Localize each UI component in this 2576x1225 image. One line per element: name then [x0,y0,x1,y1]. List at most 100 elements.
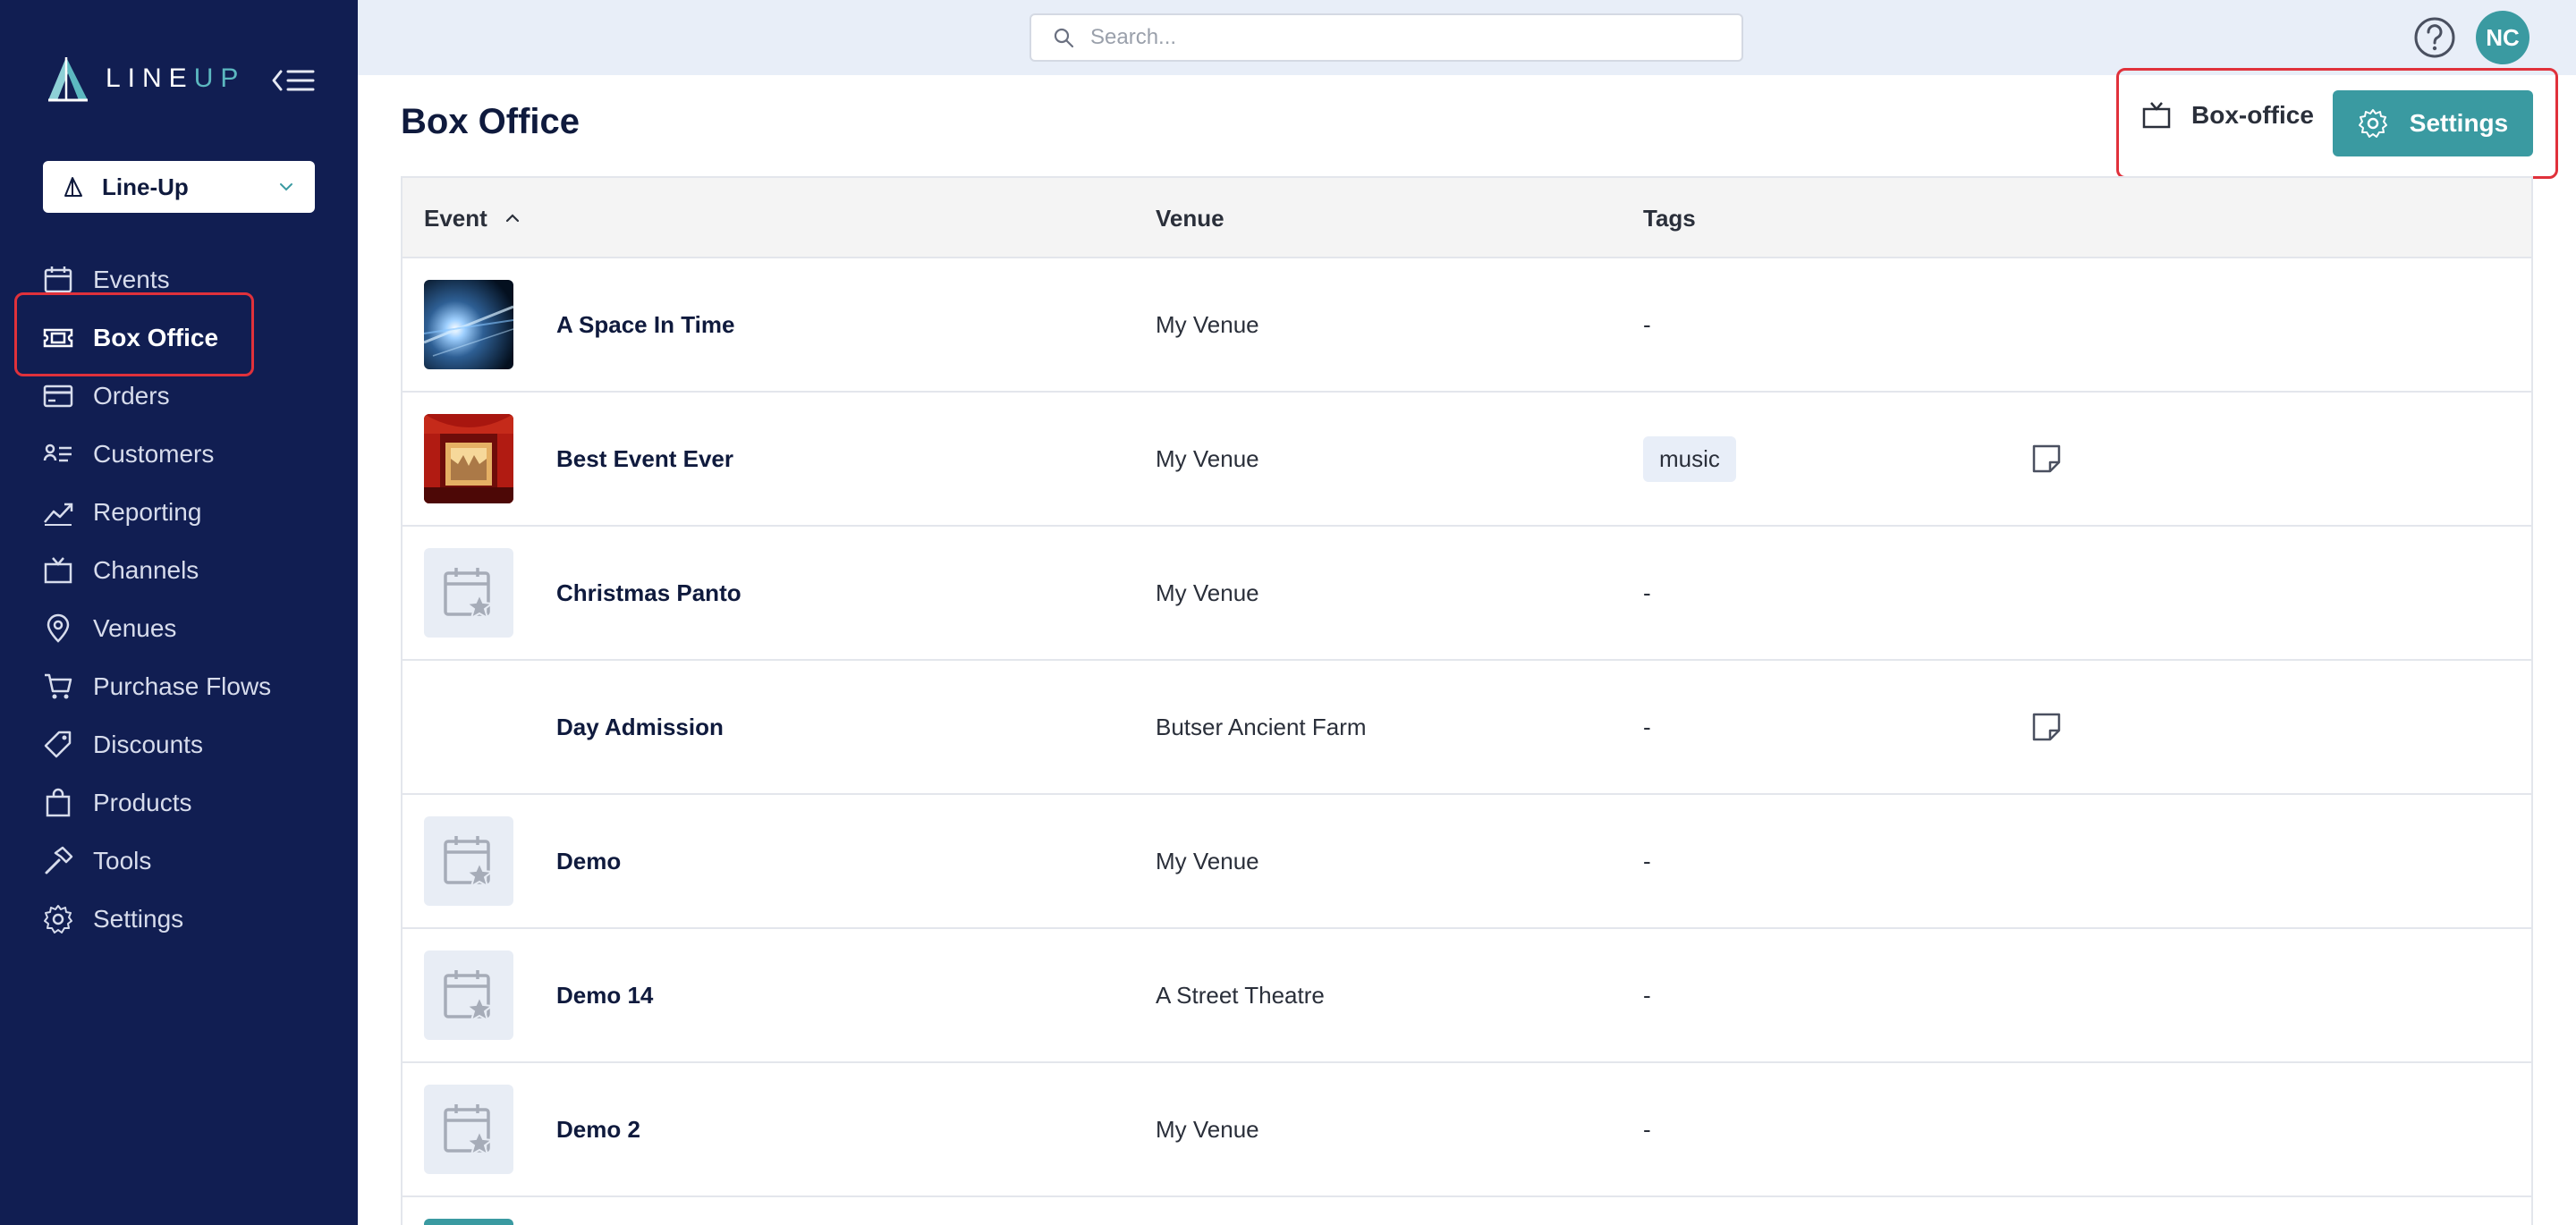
event-tags: - [1643,981,1651,1009]
calendar-icon [43,265,73,295]
sidebar-item-label: Venues [93,613,177,642]
table-row[interactable]: Christmas Panto My Venue - [402,527,2531,661]
event-venue: Butser Ancient Farm [1156,713,1367,740]
table-row[interactable]: Day Admission Butser Ancient Farm - [402,661,2531,795]
org-selector[interactable]: Line-Up [43,161,315,213]
column-header-event[interactable]: Event [424,178,521,258]
avatar[interactable]: NC [2476,11,2529,64]
sidebar-item-customers[interactable]: Customers [0,425,358,483]
map-pin-icon [43,613,73,644]
event-name: Demo 14 [556,981,654,1009]
settings-button[interactable]: Settings [2333,90,2533,156]
sidebar-item-discounts[interactable]: Discounts [0,715,358,773]
event-venue: My Venue [1156,1115,1259,1143]
page-title: Box Office [401,102,580,141]
event-venue: My Venue [1156,310,1259,338]
sidebar-item-venues[interactable]: Venues [0,599,358,657]
credit-card-icon [43,381,73,411]
table-row[interactable]: Demo 2 My Venue - [402,1063,2531,1197]
event-name: Demo 2 [556,1115,640,1143]
column-header-event-label: Event [424,204,487,232]
sidebar: LINEUP Line-Up Events Box Office Orders … [0,0,358,1225]
event-name: Demo [556,847,622,874]
customers-icon [43,439,73,469]
sticky-note-icon[interactable] [2030,443,2063,475]
calendar-star-icon [444,1104,495,1157]
topbar: NC [358,0,2576,75]
events-table: Event Venue Tags A Space In Time My Venu… [401,176,2533,1225]
event-name: Day Admission [556,713,724,740]
event-thumbnail-placeholder [424,950,513,1040]
search-bar[interactable] [1030,13,1743,62]
event-venue: My Venue [1156,444,1259,472]
tag-badge: music [1643,435,1736,482]
sidebar-item-tools[interactable]: Tools [0,832,358,890]
shopping-bag-icon [43,788,73,818]
sidebar-item-channels[interactable]: Channels [0,541,358,599]
sidebar-item-settings[interactable]: Settings [0,890,358,948]
event-thumbnail-placeholder [424,548,513,638]
sidebar-item-purchase-flows[interactable]: Purchase Flows [0,657,358,715]
table-row[interactable]: Demo 14 A Street Theatre - [402,929,2531,1063]
event-name: A Space In Time [556,310,735,338]
ticket-icon [43,323,73,353]
trend-chart-icon [43,497,73,528]
sort-ascending-icon [505,214,519,223]
sidebar-item-label: Events [93,265,170,293]
calendar-star-icon [444,970,495,1023]
event-tags: music [1643,393,1736,525]
lineup-logo-icon [48,57,88,102]
calendar-star-icon [444,568,495,621]
sidebar-item-label: Channels [93,555,199,584]
brand-logo[interactable]: LINEUP [43,54,245,104]
event-thumbnail-placeholder [424,1085,513,1174]
column-header-tags[interactable]: Tags [1643,178,1696,258]
sticky-note-icon[interactable] [2030,711,2063,743]
sidebar-item-label: Reporting [93,497,202,526]
column-header-venue[interactable]: Venue [1156,178,1224,258]
box-office-link-label: Box-office [2191,101,2314,129]
event-thumbnail [424,682,513,772]
sidebar-item-reporting[interactable]: Reporting [0,483,358,541]
event-name: Christmas Panto [556,579,741,606]
sidebar-item-events[interactable]: Events [0,250,358,308]
event-name: Best Event Ever [556,444,733,472]
event-tags: - [1643,1115,1651,1143]
tv-icon [43,555,73,586]
help-icon[interactable] [2413,16,2456,59]
event-tags: - [1643,579,1651,606]
event-venue: My Venue [1156,579,1259,606]
sidebar-item-orders[interactable]: Orders [0,367,358,425]
chevron-down-icon [280,183,292,191]
table-row[interactable] [402,1197,2531,1225]
sidebar-item-label: Settings [93,904,184,933]
search-icon [1054,28,1074,48]
table-row[interactable]: A Space In Time My Venue - [402,258,2531,393]
tv-icon [2142,102,2171,129]
event-thumbnail-placeholder [424,816,513,906]
table-row[interactable]: Best Event Ever My Venue music [402,393,2531,527]
tags-icon [43,730,73,760]
sidebar-item-products[interactable]: Products [0,773,358,832]
lineup-small-icon [64,177,82,197]
sidebar-item-label: Orders [93,381,170,410]
box-office-link[interactable]: Box-office [2141,100,2314,131]
gear-icon [2358,109,2387,138]
brand-wordmark: LINEUP [106,63,246,93]
event-venue: A Street Theatre [1156,981,1325,1009]
event-thumbnail [424,280,513,369]
sidebar-item-label: Tools [93,846,152,874]
event-thumbnail [424,414,513,503]
sidebar-item-box-office[interactable]: Box Office [0,308,358,367]
sidebar-item-label: Products [93,788,192,816]
event-tags: - [1643,310,1651,338]
search-input[interactable] [1090,25,1716,50]
gear-icon [43,904,73,934]
table-header: Event Venue Tags [402,178,2531,258]
settings-button-label: Settings [2409,109,2509,137]
event-venue: My Venue [1156,847,1259,874]
event-thumbnail [424,1219,513,1225]
collapse-sidebar-icon[interactable] [270,63,317,98]
org-selector-label: Line-Up [102,173,189,200]
table-row[interactable]: Demo My Venue - [402,795,2531,929]
